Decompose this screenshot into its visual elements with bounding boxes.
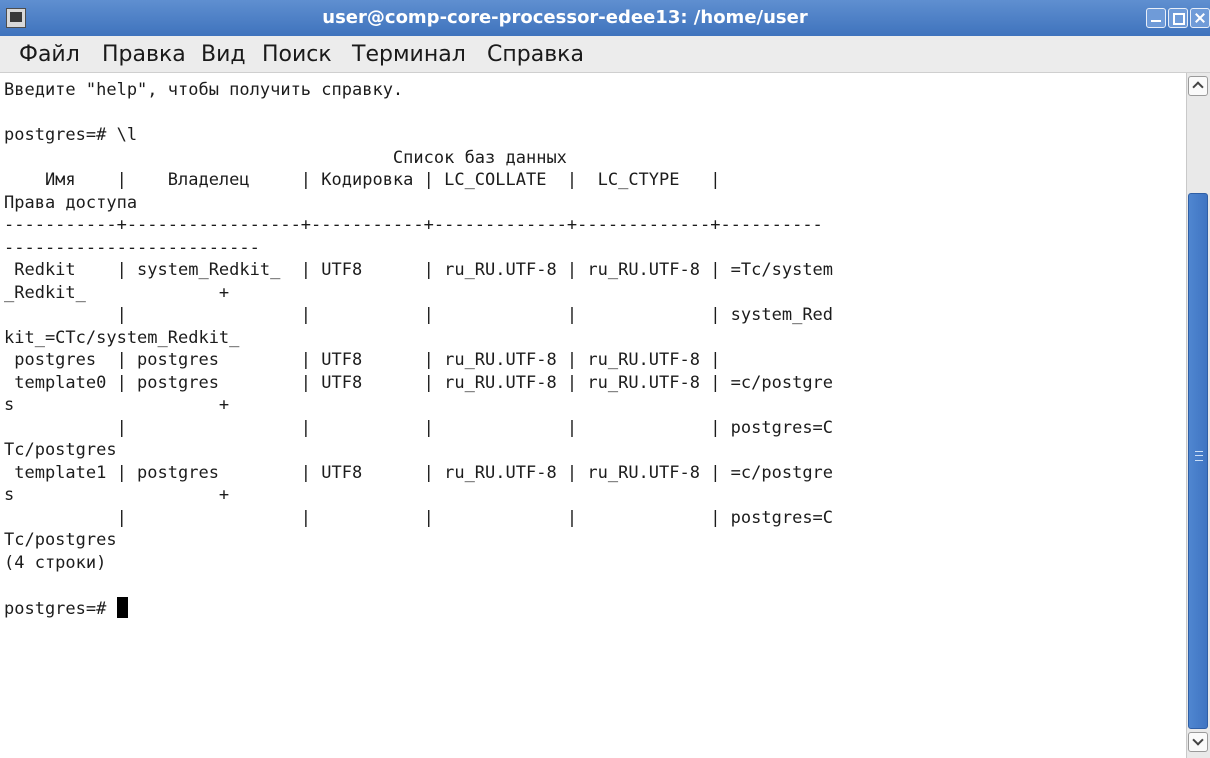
terminal-line: -----------+-----------------+----------…: [4, 215, 823, 235]
menu-search[interactable]: Поиск: [262, 36, 332, 73]
terminal-line: postgres=# \l: [4, 125, 138, 145]
text-cursor: [116, 596, 128, 618]
terminal-line: Tc/postgres: [4, 530, 117, 550]
terminal-line: | | | | | postgres=C: [4, 507, 834, 528]
menu-edit[interactable]: Правка: [102, 36, 186, 73]
terminal-line: s +: [4, 395, 230, 415]
terminal-line: Redkit | system_Redkit_ | UTF8 | ru_RU.U…: [4, 260, 834, 280]
terminal-line: (4 строки): [4, 552, 107, 573]
terminal-line: Права доступа: [4, 192, 138, 213]
grip-icon: [1195, 451, 1203, 461]
terminal-line: template1 | postgres | UTF8 | ru_RU.UTF-…: [4, 462, 834, 483]
terminal-line: Имя | Владелец | Кодировка | LC_COLLATE …: [4, 170, 823, 190]
terminal-line: s +: [4, 485, 230, 505]
maximize-icon[interactable]: [1168, 8, 1188, 28]
terminal-line: Введите "help", чтобы получить справку.: [4, 80, 404, 100]
minimize-icon[interactable]: [1146, 8, 1166, 28]
terminal-prompt: postgres=#: [4, 598, 117, 619]
terminal-line: Tc/postgres: [4, 440, 117, 460]
terminal-line: kit_=CTc/system_Redkit_: [4, 327, 240, 348]
title-bar[interactable]: user@comp-core-processor-edee13: /home/u…: [0, 0, 1210, 36]
terminal-line: | | | | | postgres=C: [4, 417, 834, 438]
terminal-window: user@comp-core-processor-edee13: /home/u…: [0, 0, 1210, 758]
menu-file[interactable]: Файл: [19, 36, 80, 73]
terminal-line: _Redkit_ +: [4, 282, 230, 303]
menu-terminal[interactable]: Терминал: [352, 36, 466, 73]
scrollbar-thumb[interactable]: [1188, 193, 1208, 729]
window-title: user@comp-core-processor-edee13: /home/u…: [322, 7, 808, 28]
scroll-up-icon[interactable]: [1188, 76, 1208, 96]
menu-view[interactable]: Вид: [201, 36, 246, 73]
close-icon[interactable]: [1190, 8, 1210, 28]
terminal-line: Список баз данных: [4, 147, 567, 168]
terminal-output[interactable]: Введите "help", чтобы получить справку. …: [0, 73, 1186, 758]
menu-help[interactable]: Справка: [487, 36, 584, 73]
terminal-line: postgres | postgres | UTF8 | ru_RU.UTF-8…: [4, 350, 731, 370]
vertical-scrollbar[interactable]: [1186, 73, 1210, 758]
menu-bar: Файл Правка Вид Поиск Терминал Справка: [0, 36, 1210, 73]
terminal-line: | | | | | system_Red: [4, 305, 834, 325]
terminal-line: -------------------------: [4, 237, 260, 258]
terminal-line: template0 | postgres | UTF8 | ru_RU.UTF-…: [4, 372, 834, 393]
scroll-down-icon[interactable]: [1188, 732, 1208, 752]
